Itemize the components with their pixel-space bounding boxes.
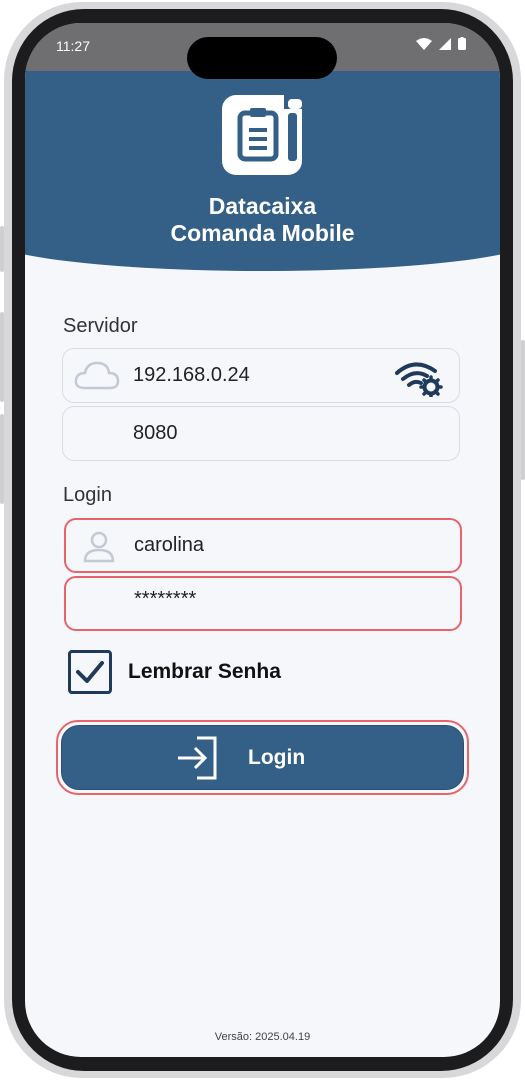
username-input[interactable] xyxy=(134,520,384,571)
server-section-label: Servidor xyxy=(63,315,138,337)
status-icons xyxy=(416,37,466,50)
server-ip-field[interactable] xyxy=(62,348,460,403)
wifi-settings-icon[interactable] xyxy=(393,359,445,397)
battery-icon xyxy=(458,37,466,50)
server-port-field[interactable] xyxy=(62,406,460,461)
app-logo-icon xyxy=(222,95,302,175)
remember-password-label[interactable]: Lembrar Senha xyxy=(128,660,281,684)
checkmark-icon xyxy=(76,661,104,683)
wifi-status-icon xyxy=(416,37,432,50)
dynamic-island xyxy=(187,37,337,79)
login-button[interactable]: Login xyxy=(61,725,464,790)
cloud-icon xyxy=(74,361,120,390)
app-title-line1: Datacaixa xyxy=(208,193,317,219)
status-time: 11:27 xyxy=(56,38,90,54)
user-icon xyxy=(83,531,115,563)
app-title-line2: Comanda Mobile xyxy=(170,220,355,246)
volume-up-button xyxy=(0,312,4,402)
volume-down-button xyxy=(0,414,4,504)
version-label: Versão: 2025.04.19 xyxy=(214,1031,311,1043)
login-button-label: Login xyxy=(248,746,306,769)
server-ip-input[interactable] xyxy=(133,349,383,402)
screen: 11:27 Datacaixa Comanda Mobile Servidor xyxy=(25,23,500,1057)
power-button xyxy=(521,340,525,480)
status-bar: 11:27 xyxy=(25,23,500,79)
app-title: Datacaixa Comanda Mobile xyxy=(25,193,500,247)
signal-icon xyxy=(439,37,451,50)
password-field[interactable] xyxy=(64,574,462,631)
server-port-input[interactable] xyxy=(133,407,383,460)
login-icon xyxy=(178,736,217,780)
password-input[interactable] xyxy=(134,574,384,625)
username-field[interactable] xyxy=(64,518,462,573)
side-button xyxy=(0,226,4,272)
remember-password-checkbox[interactable] xyxy=(68,650,112,694)
login-section-label: Login xyxy=(63,484,112,506)
